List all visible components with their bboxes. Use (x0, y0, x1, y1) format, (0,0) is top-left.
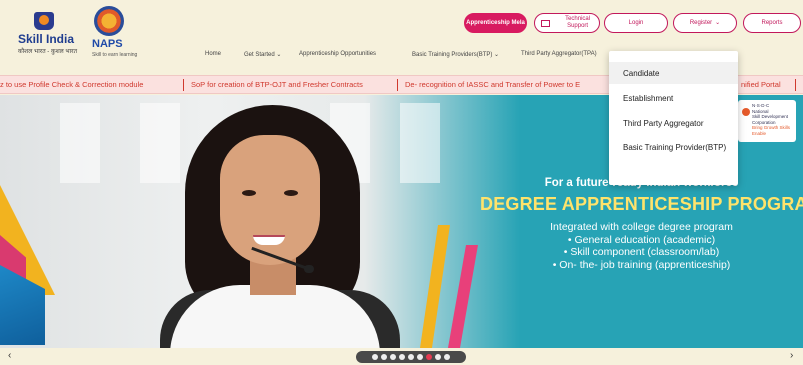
carousel-dot[interactable] (444, 354, 450, 360)
carousel-dot[interactable] (381, 354, 387, 360)
face-shape (220, 135, 320, 265)
chevron-right-icon[interactable]: › (790, 350, 793, 361)
carousel-dots (356, 351, 466, 363)
nav-item-btp-label: Basic Training Providers(BTP) (412, 52, 493, 58)
reports-button[interactable]: Reports (743, 13, 801, 33)
carousel-dot[interactable] (372, 354, 378, 360)
menu-item-establishment[interactable]: Establishment (609, 87, 738, 109)
carousel-dot[interactable] (399, 354, 405, 360)
ticker-item[interactable]: nified Portal (741, 80, 781, 89)
page: Skill India कौशल भारत - कुशल भारत NAPS S… (0, 0, 803, 365)
ticker-item[interactable]: SoP for creation of BTP-OJT and Fresher … (191, 80, 363, 89)
carousel-dot[interactable] (435, 354, 441, 360)
eye-shape (242, 190, 256, 196)
login-button[interactable]: Login (604, 13, 668, 33)
nav-item-apprenticeship-opportunities[interactable]: Apprenticeship Opportunities (299, 51, 376, 57)
register-dropdown-menu: Candidate Establishment Third Party Aggr… (609, 51, 738, 185)
smile-shape (253, 235, 285, 245)
menu-item-third-party-aggregator[interactable]: Third Party Aggregator (609, 112, 738, 134)
carousel-controls: ‹ › (0, 348, 803, 365)
naps-title: NAPS (92, 38, 123, 50)
carousel-dot[interactable] (426, 354, 432, 360)
technical-support-button[interactable]: Technical Support (534, 13, 600, 33)
nav-item-btp[interactable]: Basic Training Providers(BTP) ⌄ (412, 51, 499, 58)
banner-text: For a future-ready Indian workforce DEGR… (480, 177, 803, 271)
ticker-divider (183, 79, 184, 91)
menu-item-candidate[interactable]: Candidate (609, 62, 738, 84)
carousel-dot[interactable] (417, 354, 423, 360)
technical-support-label: Technical Support (565, 16, 591, 29)
headset-mic-tip-icon (304, 265, 314, 273)
banner-bullet: • General education (academic) (567, 233, 716, 246)
ticker-item[interactable]: z to use Profile Check & Correction modu… (0, 80, 143, 89)
ticker-item[interactable]: De- recognition of IASSC and Transfer of… (405, 80, 580, 89)
apprenticeship-mela-button[interactable]: Apprenticeship Mela (464, 13, 527, 33)
mail-icon (541, 19, 551, 27)
banner-headline: DEGREE APPRENTICESHIP PROGRAM (480, 194, 803, 214)
carousel-dot[interactable] (408, 354, 414, 360)
chevron-left-icon[interactable]: ‹ (8, 350, 11, 361)
nav-item-home[interactable]: Home (205, 51, 221, 57)
eye-shape (284, 190, 298, 196)
banner-line-3: Integrated with college degree program (550, 221, 733, 233)
nsdc-logo-icon (742, 108, 750, 116)
register-label: Register (689, 19, 713, 26)
naps-seal-icon (94, 6, 124, 36)
banner-bullet: • Skill component (classroom/lab) (563, 246, 720, 258)
skill-india-emblem-icon (34, 12, 54, 30)
nav-item-tpa[interactable]: Third Party Aggregator(TPA) (521, 51, 597, 57)
register-button[interactable]: Register ⌄ (673, 13, 737, 33)
ticker-divider (397, 79, 398, 91)
banner-bullet: • On- the- job training (apprenticeship) (552, 258, 731, 271)
menu-item-basic-training-provider[interactable]: Basic Training Provider(BTP) (609, 136, 738, 158)
chevron-down-icon: ⌄ (715, 19, 721, 26)
nav-item-get-started[interactable]: Get Started ⌄ (244, 51, 281, 58)
window-shape (60, 103, 100, 183)
skill-india-title: Skill India (18, 32, 75, 46)
nsdc-line: Skill Development (752, 114, 789, 119)
nav-item-get-started-label: Get Started (244, 52, 275, 58)
carousel-dot[interactable] (390, 354, 396, 360)
ticker-divider (795, 79, 796, 91)
nsdc-line: Bring Growth Skills Enable (752, 125, 791, 136)
nsdc-logo-card[interactable]: N·S·D·C National Skill Development Corpo… (738, 100, 796, 142)
support-agent-photo (150, 105, 410, 348)
